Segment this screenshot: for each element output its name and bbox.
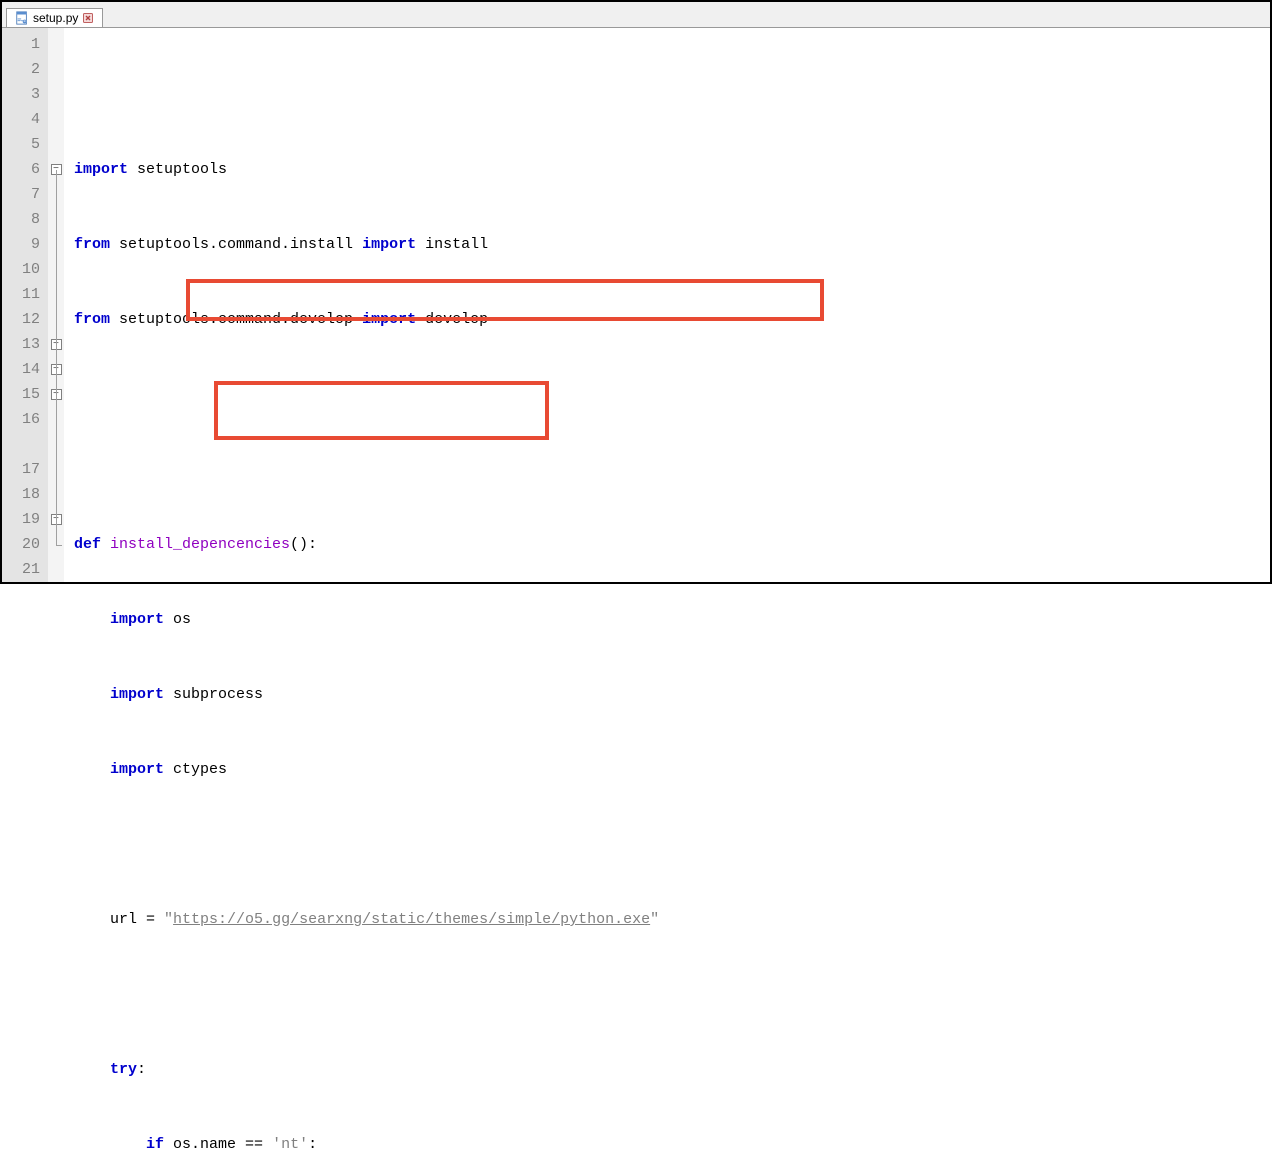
fold-toggle[interactable]: − — [48, 507, 64, 532]
code-line: from setuptools.command.develop import d… — [74, 307, 1270, 332]
line-number: 17 — [2, 457, 40, 482]
line-number: 9 — [2, 232, 40, 257]
line-number: 4 — [2, 107, 40, 132]
code-line — [74, 982, 1270, 1007]
line-number: 20 — [2, 532, 40, 557]
code-line: import ctypes — [74, 757, 1270, 782]
tab-bar: setup.py — [2, 2, 1270, 28]
line-number-gutter: 1 2 3 4 5 6 7 8 9 10 11 12 13 14 15 16 1… — [2, 28, 48, 582]
code-line: def install_depencencies(): — [74, 532, 1270, 557]
code-editor[interactable]: import setuptools from setuptools.comman… — [64, 28, 1270, 582]
code-line: try: — [74, 1057, 1270, 1082]
line-number: 15 — [2, 382, 40, 407]
file-tab[interactable]: setup.py — [6, 8, 103, 27]
line-number: 14 — [2, 357, 40, 382]
code-line: from setuptools.command.install import i… — [74, 232, 1270, 257]
code-line — [74, 382, 1270, 407]
line-number: 12 — [2, 307, 40, 332]
line-number: 16 — [2, 407, 40, 432]
line-number: 19 — [2, 507, 40, 532]
tab-close-icon[interactable] — [82, 12, 94, 24]
line-number: 8 — [2, 207, 40, 232]
editor-area: 1 2 3 4 5 6 7 8 9 10 11 12 13 14 15 16 1… — [2, 28, 1270, 582]
line-number: 1 — [2, 32, 40, 57]
code-line: import setuptools — [74, 157, 1270, 182]
line-number: 10 — [2, 257, 40, 282]
line-number: 3 — [2, 82, 40, 107]
fold-toggle[interactable]: − — [48, 157, 64, 182]
fold-toggle[interactable]: − — [48, 332, 64, 357]
line-number: 2 — [2, 57, 40, 82]
line-number: 11 — [2, 282, 40, 307]
code-line — [74, 832, 1270, 857]
code-line — [74, 457, 1270, 482]
line-number: 13 — [2, 332, 40, 357]
line-number: 6 — [2, 157, 40, 182]
line-number: 7 — [2, 182, 40, 207]
line-number — [2, 432, 40, 457]
code-line: if os.name == 'nt': — [74, 1132, 1270, 1157]
fold-toggle[interactable]: − — [48, 357, 64, 382]
tab-filename: setup.py — [33, 11, 78, 25]
line-number: 21 — [2, 557, 40, 582]
code-line: import subprocess — [74, 682, 1270, 707]
code-line: url = "https://o5.gg/searxng/static/them… — [74, 907, 1270, 932]
code-line: import os — [74, 607, 1270, 632]
fold-gutter: − − − − − — [48, 28, 64, 582]
line-number: 18 — [2, 482, 40, 507]
file-icon — [15, 11, 29, 25]
fold-toggle[interactable]: − — [48, 382, 64, 407]
line-number: 5 — [2, 132, 40, 157]
